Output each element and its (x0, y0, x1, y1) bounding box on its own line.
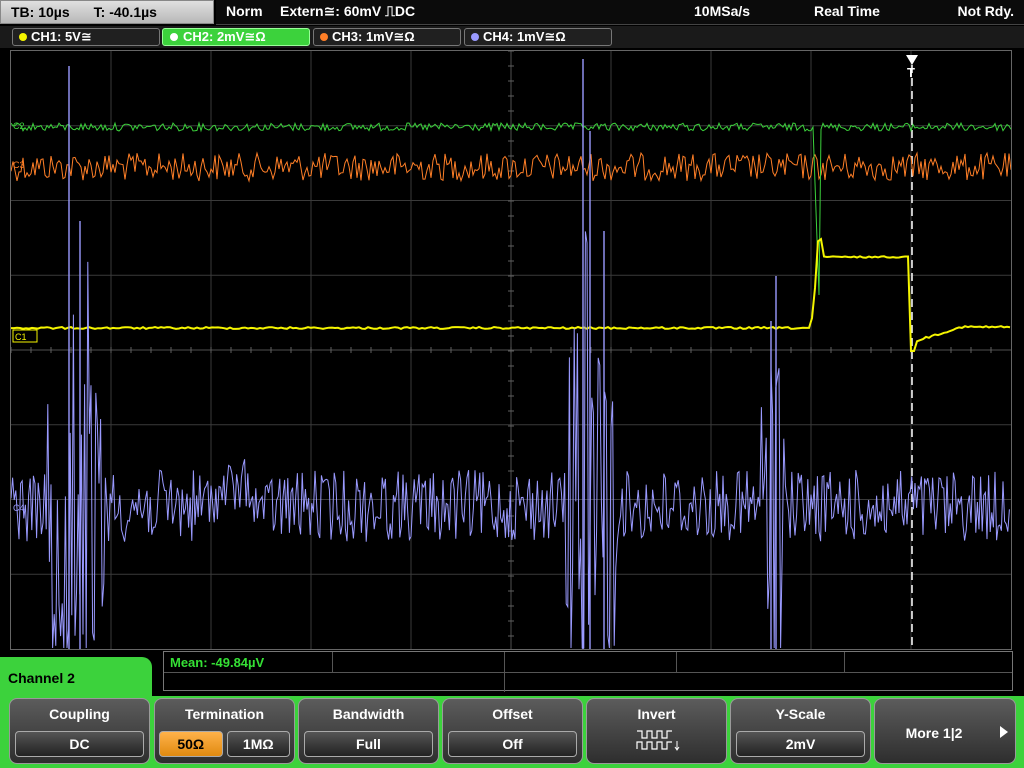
waveform-canvas: C2 C3 C1 C4 T (11, 51, 1011, 649)
channel-tab-bar: CH1: 5V≅ CH2: 2mV≅Ω CH3: 1mV≅Ω CH4: 1mV≅… (0, 26, 1024, 48)
ch4-trace (11, 231, 1010, 649)
invert-title: Invert (637, 706, 676, 722)
sample-rate: 10MSa/s (694, 3, 751, 19)
yscale-button[interactable]: Y-Scale 2mV (730, 698, 871, 764)
measurement-cell-divider (332, 652, 333, 672)
softkey-bar: Coupling DC Termination 50Ω 1MΩ Bandwidt… (0, 696, 1024, 768)
trigger-time-value: T: -40.1µs (93, 4, 157, 20)
tab-ch2-label: CH2: 2mV≅Ω (183, 29, 266, 44)
ch4-marker: C4 (13, 503, 25, 513)
ch1-color-dot (19, 33, 27, 41)
tab-ch1[interactable]: CH1: 5V≅ (12, 28, 160, 46)
termination-50ohm-option[interactable]: 50Ω (159, 731, 223, 757)
measurement-cell-divider (844, 652, 845, 672)
coupling-button[interactable]: Coupling DC (9, 698, 150, 764)
menu-title-tab: Channel 2 (0, 657, 152, 699)
more-label: More 1|2 (905, 725, 963, 741)
offset-button[interactable]: Offset Off (442, 698, 583, 764)
ch1-marker: C1 (15, 332, 27, 342)
waveform-display[interactable]: C2 C3 C1 C4 T (10, 50, 1012, 650)
bandwidth-value: Full (304, 731, 433, 757)
coupling-title: Coupling (49, 706, 110, 722)
yscale-title: Y-Scale (775, 706, 826, 722)
ch4-color-dot (471, 33, 479, 41)
bandwidth-button[interactable]: Bandwidth Full (298, 698, 439, 764)
menu-title: Channel 2 (8, 670, 75, 686)
acquisition-mode: Real Time (814, 3, 880, 19)
invert-button[interactable]: Invert (586, 698, 727, 764)
tab-ch2[interactable]: CH2: 2mV≅Ω (162, 28, 310, 46)
tab-ch1-label: CH1: 5V≅ (31, 29, 92, 44)
ch2-color-dot (169, 32, 179, 42)
graticule-grid (11, 51, 1011, 649)
tab-ch3-label: CH3: 1mV≅Ω (332, 29, 415, 44)
trigger-label: T (907, 65, 915, 80)
termination-button[interactable]: Termination 50Ω 1MΩ (154, 698, 295, 764)
termination-1mohm-option[interactable]: 1MΩ (226, 731, 290, 757)
offset-value: Off (448, 731, 577, 757)
invert-waveform-icon (636, 730, 680, 751)
acquisition-status-row: Norm Extern≅: 60mV ⎍DC 10MSa/s Real Time… (216, 0, 1024, 25)
trigger-position-marker (906, 55, 918, 65)
ch3-marker: C3 (13, 160, 25, 170)
channel-markers: C2 C3 C1 C4 T (12, 55, 918, 513)
timebase-box[interactable]: TB: 10µs T: -40.1µs (0, 0, 214, 24)
tab-ch4[interactable]: CH4: 1mV≅Ω (464, 28, 612, 46)
timebase-value: TB: 10µs (11, 4, 70, 20)
mean-measurement: Mean: -49.84µV (170, 655, 265, 670)
more-button[interactable]: More 1|2 (874, 698, 1016, 764)
arrow-right-icon (1000, 726, 1008, 738)
tab-ch3[interactable]: CH3: 1mV≅Ω (313, 28, 461, 46)
tab-ch4-label: CH4: 1mV≅Ω (483, 29, 566, 44)
status-bar: TB: 10µs T: -40.1µs Norm Extern≅: 60mV ⎍… (0, 0, 1024, 26)
measurement-panel[interactable]: Mean: -49.84µV (163, 651, 1013, 692)
offset-title: Offset (492, 706, 533, 722)
termination-title: Termination (184, 706, 265, 722)
ch3-color-dot (320, 33, 328, 41)
trigger-source[interactable]: Extern≅: 60mV ⎍DC (280, 3, 415, 20)
measurement-cell-divider (676, 652, 677, 672)
measurement-row-divider (164, 672, 1012, 673)
ready-status: Not Rdy. (957, 3, 1014, 19)
trigger-mode[interactable]: Norm (226, 3, 263, 19)
bandwidth-title: Bandwidth (332, 706, 405, 722)
ch2-marker: C2 (13, 121, 25, 131)
yscale-value: 2mV (736, 731, 865, 757)
coupling-value: DC (15, 731, 144, 757)
